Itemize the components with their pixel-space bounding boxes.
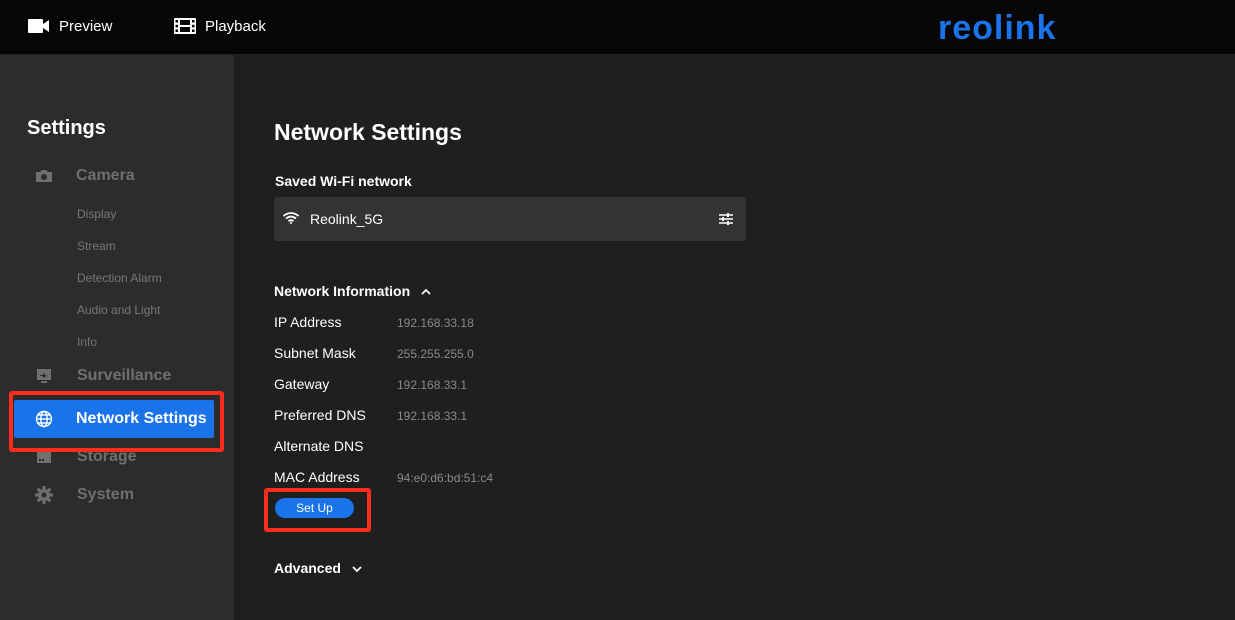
- film-strip-icon: [174, 16, 196, 36]
- sidebar-item-surveillance-label: Surveillance: [77, 367, 172, 384]
- info-value: 192.168.33.1: [397, 378, 468, 392]
- sidebar-title: Settings: [27, 117, 106, 139]
- sidebar-item-camera-label: Camera: [76, 167, 135, 184]
- sidebar-subitem-info[interactable]: Info: [77, 335, 97, 349]
- camera-icon: [34, 166, 54, 186]
- playback-label: Playback: [205, 17, 266, 35]
- chevron-down-icon: [351, 562, 363, 574]
- video-camera-icon: [28, 16, 50, 36]
- info-value: 94:e0:d6:bd:51:c4: [397, 471, 494, 485]
- sidebar-item-storage-label: Storage: [77, 448, 137, 465]
- info-label: Preferred DNS: [274, 407, 366, 423]
- advanced-toggle[interactable]: Advanced: [274, 560, 363, 576]
- storage-icon: [34, 447, 54, 467]
- sidebar-item-system[interactable]: System: [0, 480, 234, 510]
- playback-button[interactable]: Playback: [174, 14, 266, 38]
- info-value: 192.168.33.18: [397, 316, 474, 330]
- info-label: Subnet Mask: [274, 345, 356, 361]
- globe-icon: [35, 410, 53, 428]
- wifi-network-name: Reolink_5G: [310, 211, 384, 227]
- sidebar-item-surveillance[interactable]: Surveillance: [0, 361, 234, 391]
- preview-button[interactable]: Preview: [28, 14, 112, 38]
- sidebar-subitem-audio-light[interactable]: Audio and Light: [77, 303, 160, 317]
- saved-wifi-item[interactable]: Reolink_5G: [274, 197, 746, 241]
- reolink-logo: reolink: [938, 9, 1064, 47]
- sidebar-item-system-label: System: [77, 486, 134, 503]
- advanced-title: Advanced: [274, 560, 341, 576]
- top-bar: Preview Playback reolink: [0, 0, 1235, 55]
- sliders-icon[interactable]: [719, 212, 733, 226]
- network-information-title: Network Information: [274, 283, 411, 299]
- info-label: MAC Address: [274, 469, 360, 485]
- sidebar-subitem-display[interactable]: Display: [77, 207, 116, 221]
- page-title: Network Settings: [274, 119, 462, 145]
- sidebar-item-network-settings-label: Network Settings: [76, 410, 207, 427]
- sidebar-item-camera[interactable]: Camera: [0, 161, 234, 191]
- sidebar-item-storage[interactable]: Storage: [0, 442, 234, 472]
- gear-icon: [34, 485, 54, 505]
- wifi-icon: [282, 211, 300, 225]
- info-label: IP Address: [274, 314, 342, 330]
- network-information-toggle[interactable]: Network Information: [274, 283, 432, 299]
- svg-text:reolink: reolink: [938, 10, 1056, 46]
- set-up-button[interactable]: Set Up: [275, 498, 354, 518]
- info-label: Gateway: [274, 376, 330, 392]
- chevron-up-icon: [420, 285, 432, 297]
- info-label: Alternate DNS: [274, 438, 364, 454]
- sidebar-subitem-stream[interactable]: Stream: [77, 239, 116, 253]
- preview-label: Preview: [59, 17, 113, 35]
- sidebar-item-network-settings[interactable]: Network Settings: [14, 400, 214, 438]
- info-value: 192.168.33.1: [397, 409, 468, 423]
- monitor-icon: [34, 366, 54, 386]
- settings-sidebar: Settings Camera Display Stream Detection…: [0, 55, 234, 620]
- info-value: 255.255.255.0: [397, 347, 474, 361]
- saved-wifi-title: Saved Wi-Fi network: [275, 173, 412, 189]
- sidebar-subitem-detection-alarm[interactable]: Detection Alarm: [77, 271, 162, 285]
